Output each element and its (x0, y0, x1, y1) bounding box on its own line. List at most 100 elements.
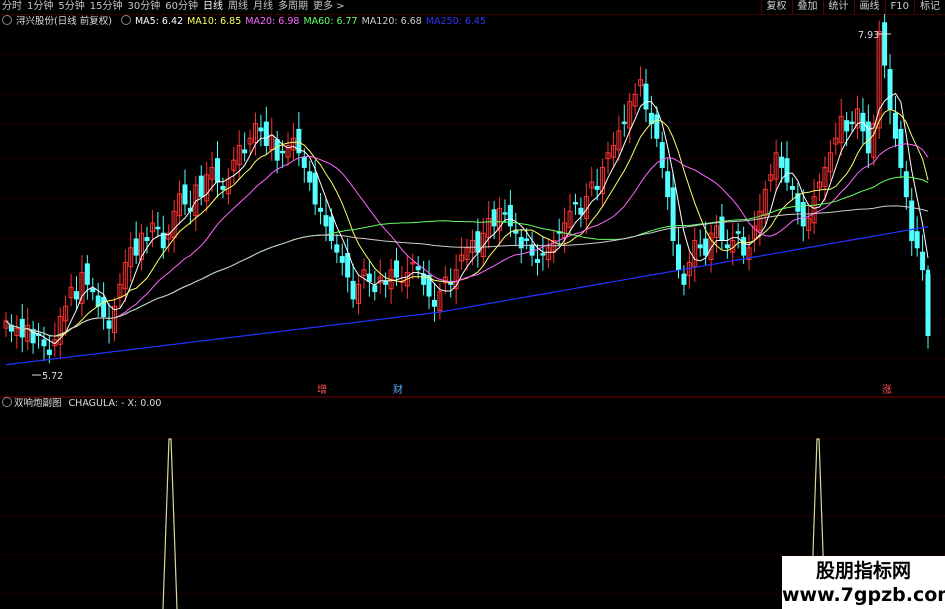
toolbar-button-4[interactable]: F10 (884, 0, 914, 14)
candle-body (198, 175, 204, 198)
candle-body (724, 244, 730, 249)
period-tabs: 分时 1分钟 5分钟 15分钟 30分钟 60分钟 日线 周线 月线 多周期 更多 > (2, 0, 350, 14)
candle-body (735, 231, 741, 234)
toolbar-button-0[interactable]: 复权 (760, 0, 792, 14)
candle-body (334, 244, 340, 253)
candle-body (491, 209, 497, 227)
candle-body (46, 349, 52, 355)
candle-body (301, 156, 307, 168)
top-toolbar: 分时 1分钟 5分钟 15分钟 30分钟 60分钟 日线 周线 月线 多周期 更多 > 复权 叠加 统计… (0, 0, 945, 15)
candle-body (182, 184, 188, 205)
candle-body (914, 231, 920, 249)
ma-line-120 (5, 205, 929, 337)
candle-body (676, 244, 682, 271)
candle-body (280, 150, 286, 154)
candle-body (643, 83, 649, 110)
period-tab-7[interactable]: 周线 (228, 0, 248, 14)
candle-body (393, 260, 399, 278)
candle-body (90, 288, 96, 293)
candle-body (524, 238, 530, 241)
candle-body (372, 285, 378, 293)
watermark: 股朋指标网 www.7gpzb.com (782, 556, 945, 609)
candle-body (849, 121, 855, 125)
candle-body (263, 121, 269, 147)
low-price-label: 5.72 (42, 371, 63, 382)
period-tab-3[interactable]: 15分钟 (90, 0, 123, 14)
main-chart[interactable]: 7.93 5.72 增 财 涨 (0, 14, 945, 609)
candle-body (926, 269, 930, 336)
candle-body (323, 215, 329, 227)
indicator-panel (162, 438, 826, 609)
candle-body (903, 171, 909, 198)
period-tab-0[interactable]: 分时 (2, 0, 22, 14)
candle-body (784, 158, 790, 183)
candle-body (84, 263, 90, 285)
indicator-formula: CHAGULA: - X: 0.00 (68, 398, 162, 409)
candle-body (431, 299, 437, 307)
toolbar-button-2[interactable]: 统计 (822, 0, 854, 14)
candle-body (594, 185, 600, 190)
toolbar-button-1[interactable]: 叠加 (791, 0, 823, 14)
period-tab-10[interactable]: 更多 > (313, 0, 345, 14)
candle-body (345, 253, 351, 278)
candle-body (578, 207, 584, 215)
candle-body (535, 258, 541, 263)
period-tab-1[interactable]: 1分钟 (27, 0, 53, 14)
candle-body (339, 256, 345, 263)
candle-body (741, 237, 747, 256)
candle-body (779, 156, 785, 168)
candle-body (887, 69, 893, 110)
candle-body (312, 172, 318, 205)
toolbar-button-3[interactable]: 画线 (853, 0, 885, 14)
grid-lines (0, 53, 945, 595)
moving-average-lines (5, 92, 929, 366)
candle-body (844, 120, 850, 132)
candle-body (155, 226, 161, 230)
candle-body (719, 216, 725, 241)
candle-body (215, 158, 221, 183)
candle-body (220, 185, 226, 190)
event-marker-2: 涨 (882, 384, 892, 396)
event-marker-1: 财 (393, 383, 403, 396)
indicator-legend: 双响炮副图 CHAGULA: - X: 0.00 (2, 397, 161, 410)
candle-body (518, 237, 524, 249)
candle-body (258, 127, 264, 132)
candle-body (106, 320, 112, 329)
period-tab-4[interactable]: 30分钟 (127, 0, 160, 14)
watermark-url: www.7gpzb.com (782, 584, 945, 606)
candle-body (74, 291, 80, 300)
candle-body (529, 244, 535, 256)
candle-body (659, 142, 665, 168)
candle-body (670, 187, 676, 241)
candle-body (350, 280, 356, 300)
high-price-label: 7.93 (858, 30, 879, 41)
candle-body (920, 251, 926, 271)
candlestick-series (3, 14, 931, 364)
candle-body (665, 171, 671, 198)
indicator-spike-0 (162, 438, 178, 609)
period-tab-8[interactable]: 月线 (253, 0, 273, 14)
period-tab-5[interactable]: 60分钟 (165, 0, 198, 14)
watermark-title: 股朋指标网 (815, 560, 911, 582)
candle-body (540, 253, 546, 256)
candle-body (502, 212, 508, 215)
candle-body (892, 112, 898, 139)
candle-body (101, 296, 107, 317)
ma-line-10 (5, 108, 929, 337)
candle-body (366, 273, 372, 282)
candle-body (681, 273, 687, 285)
candle-body (703, 238, 709, 256)
toolbar-button-5[interactable]: 标记 (914, 0, 945, 14)
period-tab-6[interactable]: 日线 (203, 0, 223, 14)
candle-body (41, 339, 47, 347)
candle-body (421, 273, 427, 285)
candle-body (882, 22, 888, 66)
ma-line-5 (5, 92, 929, 345)
period-tab-2[interactable]: 5分钟 (58, 0, 84, 14)
candle-body (572, 201, 578, 205)
candle-body (789, 185, 795, 190)
candle-body (307, 171, 313, 183)
indicator-name: 双响炮副图 (14, 398, 62, 409)
period-tab-9[interactable]: 多周期 (278, 0, 308, 14)
indicator-settings-icon[interactable] (2, 397, 12, 407)
